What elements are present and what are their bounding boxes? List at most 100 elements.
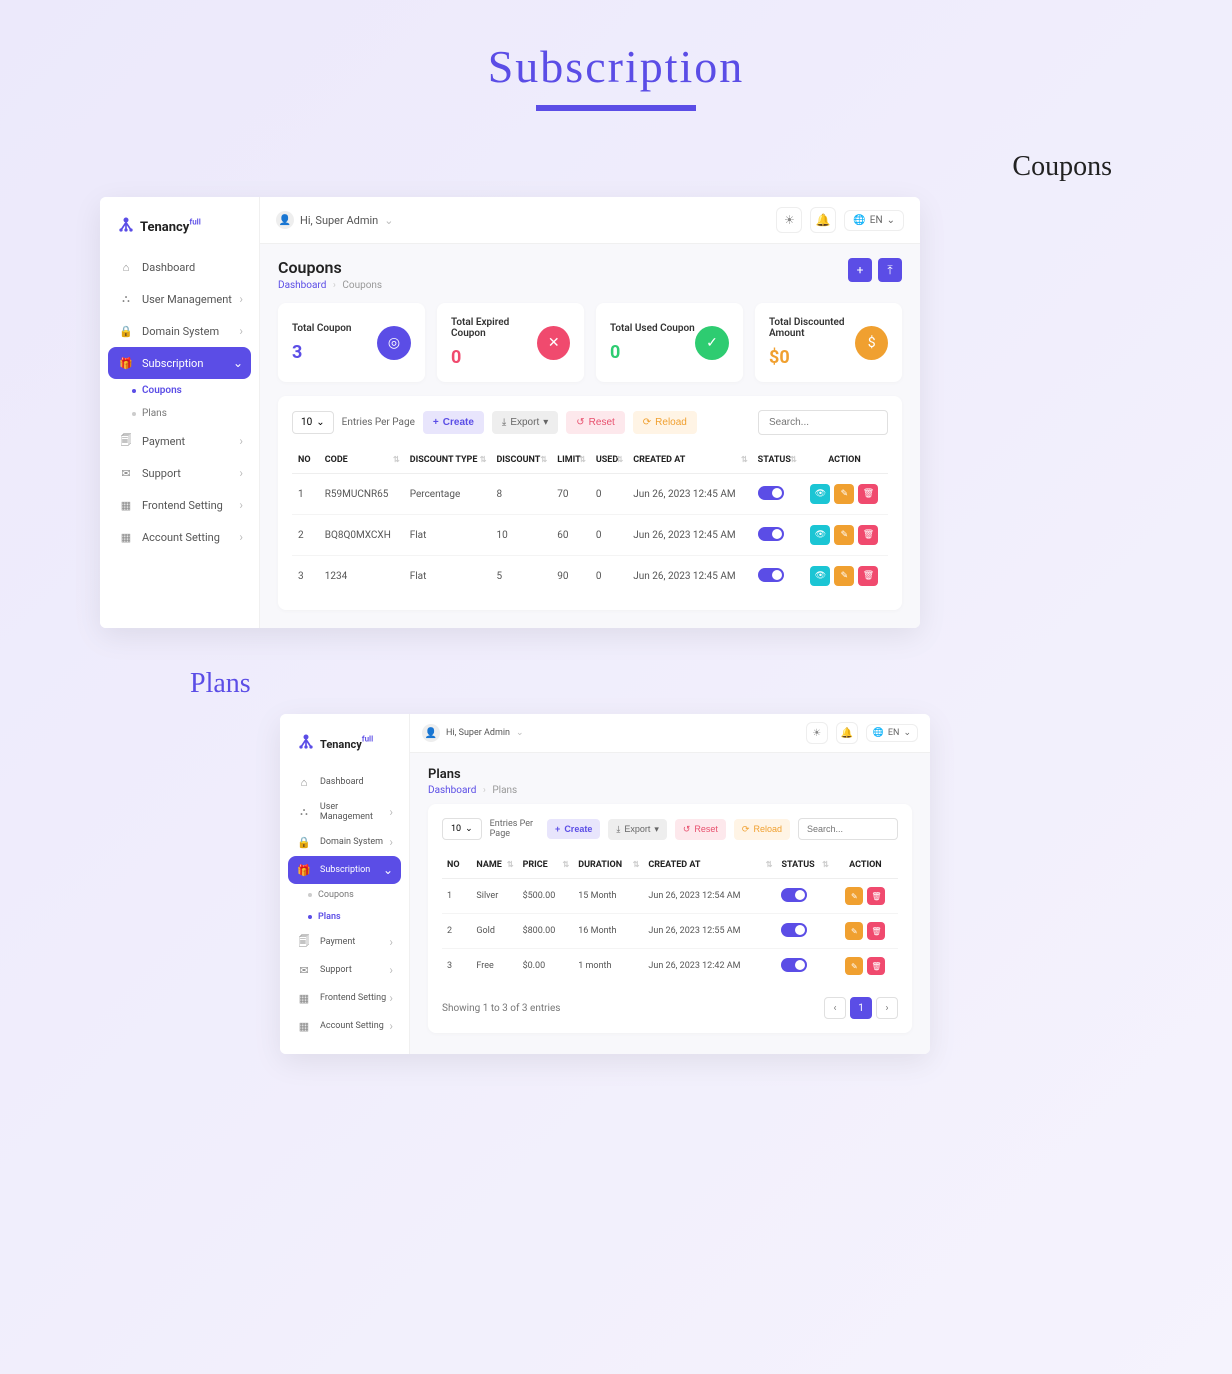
col-name[interactable]: NAME: [471, 852, 517, 879]
col-status[interactable]: STATUS: [776, 852, 832, 879]
upload-button[interactable]: ⤒: [878, 258, 902, 282]
sidebar-sub-plans[interactable]: Plans: [108, 402, 251, 425]
cell-duration: 1 month: [573, 949, 643, 984]
edit-button[interactable]: ✎: [834, 484, 854, 504]
col-no[interactable]: NO: [442, 852, 471, 879]
sidebar-sub-coupons[interactable]: Coupons: [108, 379, 251, 402]
col-price[interactable]: PRICE: [518, 852, 574, 879]
content-area: 👤 Hi, Super Admin ⌄ ☀ 🔔 🌐EN⌄ Plans Dashb…: [410, 714, 930, 1054]
sidebar-item-frontend-setting[interactable]: ▦Frontend Setting: [288, 984, 401, 1012]
sidebar-item-account-setting[interactable]: ▦Account Setting: [108, 521, 251, 553]
col-no[interactable]: NO: [292, 447, 319, 474]
dot-icon: [308, 915, 312, 919]
view-button[interactable]: 👁: [810, 484, 830, 504]
logo[interactable]: Tenancyfull: [108, 211, 251, 251]
sidebar-item-user-management[interactable]: ⛬User Management: [288, 796, 401, 828]
chevron-right-icon: ›: [885, 1003, 888, 1014]
export-button[interactable]: ⤓Export▾: [492, 411, 558, 434]
breadcrumb-root[interactable]: Dashboard: [428, 785, 476, 796]
create-button[interactable]: +Create: [547, 819, 600, 839]
sidebar-sub-coupons[interactable]: Coupons: [288, 884, 401, 906]
globe-icon: 🌐: [853, 215, 865, 226]
delete-button[interactable]: 🗑: [858, 566, 878, 586]
page-1-button[interactable]: 1: [850, 997, 872, 1019]
language-selector[interactable]: 🌐EN⌄: [844, 210, 904, 231]
plans-panel: Tenancyfull ⌂Dashboard ⛬User Management …: [280, 714, 930, 1054]
sidebar-sub-plans[interactable]: Plans: [288, 906, 401, 928]
sidebar-item-account-setting[interactable]: ▦Account Setting: [288, 1012, 401, 1040]
logo-text: Tenancyfull: [140, 216, 201, 235]
sidebar-item-subscription[interactable]: 🎁Subscription: [288, 856, 401, 884]
notifications-button[interactable]: 🔔: [810, 207, 836, 233]
user-menu[interactable]: 👤 Hi, Super Admin ⌄: [276, 211, 393, 229]
status-toggle[interactable]: [781, 923, 807, 937]
breadcrumb-root[interactable]: Dashboard: [278, 280, 326, 291]
eye-icon: 👁: [815, 571, 826, 581]
coupons-table: NO CODE DISCOUNT TYPE DISCOUNT LIMIT USE…: [292, 447, 888, 596]
status-toggle[interactable]: [781, 958, 807, 972]
col-status[interactable]: STATUS: [752, 447, 801, 474]
sidebar-item-user-management[interactable]: ⛬User Management: [108, 283, 251, 315]
status-toggle[interactable]: [758, 568, 784, 582]
sidebar-item-support[interactable]: ✉Support: [288, 956, 401, 984]
create-button[interactable]: +Create: [423, 411, 484, 434]
col-created-at[interactable]: CREATED AT: [627, 447, 751, 474]
edit-button[interactable]: ✎: [834, 525, 854, 545]
sidebar-item-frontend-setting[interactable]: ▦Frontend Setting: [108, 489, 251, 521]
search-input[interactable]: [798, 818, 898, 840]
reset-button[interactable]: ↺Reset: [566, 411, 625, 434]
chevron-left-icon: ‹: [833, 1003, 836, 1014]
col-used[interactable]: USED: [590, 447, 627, 474]
col-discount-type[interactable]: DISCOUNT TYPE: [404, 447, 491, 474]
cell-discount: 5: [490, 556, 551, 597]
caret-down-icon: ▾: [654, 824, 659, 835]
edit-button[interactable]: ✎: [845, 922, 863, 940]
user-menu[interactable]: 👤 Hi, Super Admin ⌄: [422, 724, 524, 742]
status-toggle[interactable]: [781, 888, 807, 902]
entries-select[interactable]: 10 ⌄: [292, 411, 334, 434]
delete-button[interactable]: 🗑: [867, 887, 885, 905]
export-button[interactable]: ⤓Export▾: [608, 819, 667, 840]
delete-button[interactable]: 🗑: [858, 484, 878, 504]
reset-button[interactable]: ↺Reset: [675, 819, 726, 840]
col-limit[interactable]: LIMIT: [551, 447, 590, 474]
sidebar-item-domain-system[interactable]: 🔒Domain System: [288, 828, 401, 856]
delete-button[interactable]: 🗑: [858, 525, 878, 545]
theme-toggle-button[interactable]: ☀: [776, 207, 802, 233]
next-page-button[interactable]: ›: [876, 997, 898, 1019]
language-selector[interactable]: 🌐EN⌄: [866, 724, 918, 742]
sidebar-item-payment[interactable]: 🗐Payment: [108, 425, 251, 457]
view-button[interactable]: 👁: [810, 525, 830, 545]
edit-button[interactable]: ✎: [834, 566, 854, 586]
reload-button[interactable]: ⟳Reload: [734, 819, 790, 840]
col-code[interactable]: CODE: [319, 447, 404, 474]
sidebar-item-dashboard[interactable]: ⌂Dashboard: [288, 768, 401, 796]
card-icon: 🗐: [118, 433, 134, 449]
search-input[interactable]: [758, 410, 888, 435]
sun-icon: ☀: [812, 728, 821, 739]
sidebar-item-payment[interactable]: 🗐Payment: [288, 928, 401, 956]
add-button[interactable]: +: [848, 258, 872, 282]
col-discount[interactable]: DISCOUNT: [490, 447, 551, 474]
delete-button[interactable]: 🗑: [867, 922, 885, 940]
status-toggle[interactable]: [758, 527, 784, 541]
edit-button[interactable]: ✎: [845, 887, 863, 905]
edit-button[interactable]: ✎: [845, 957, 863, 975]
cell-name: Gold: [471, 914, 517, 949]
col-duration[interactable]: DURATION: [573, 852, 643, 879]
entries-select[interactable]: 10 ⌄: [442, 818, 482, 840]
logo[interactable]: Tenancyfull: [288, 728, 401, 768]
view-button[interactable]: 👁: [810, 566, 830, 586]
cell-price: $0.00: [518, 949, 574, 984]
sidebar-item-dashboard[interactable]: ⌂Dashboard: [108, 251, 251, 283]
status-toggle[interactable]: [758, 486, 784, 500]
sidebar-item-support[interactable]: ✉Support: [108, 457, 251, 489]
prev-page-button[interactable]: ‹: [824, 997, 846, 1019]
reload-button[interactable]: ⟳Reload: [633, 411, 697, 434]
delete-button[interactable]: 🗑: [867, 957, 885, 975]
sidebar-item-subscription[interactable]: 🎁Subscription: [108, 347, 251, 379]
col-created-at[interactable]: CREATED AT: [643, 852, 776, 879]
sidebar-item-domain-system[interactable]: 🔒Domain System: [108, 315, 251, 347]
theme-toggle-button[interactable]: ☀: [806, 722, 828, 744]
notifications-button[interactable]: 🔔: [836, 722, 858, 744]
